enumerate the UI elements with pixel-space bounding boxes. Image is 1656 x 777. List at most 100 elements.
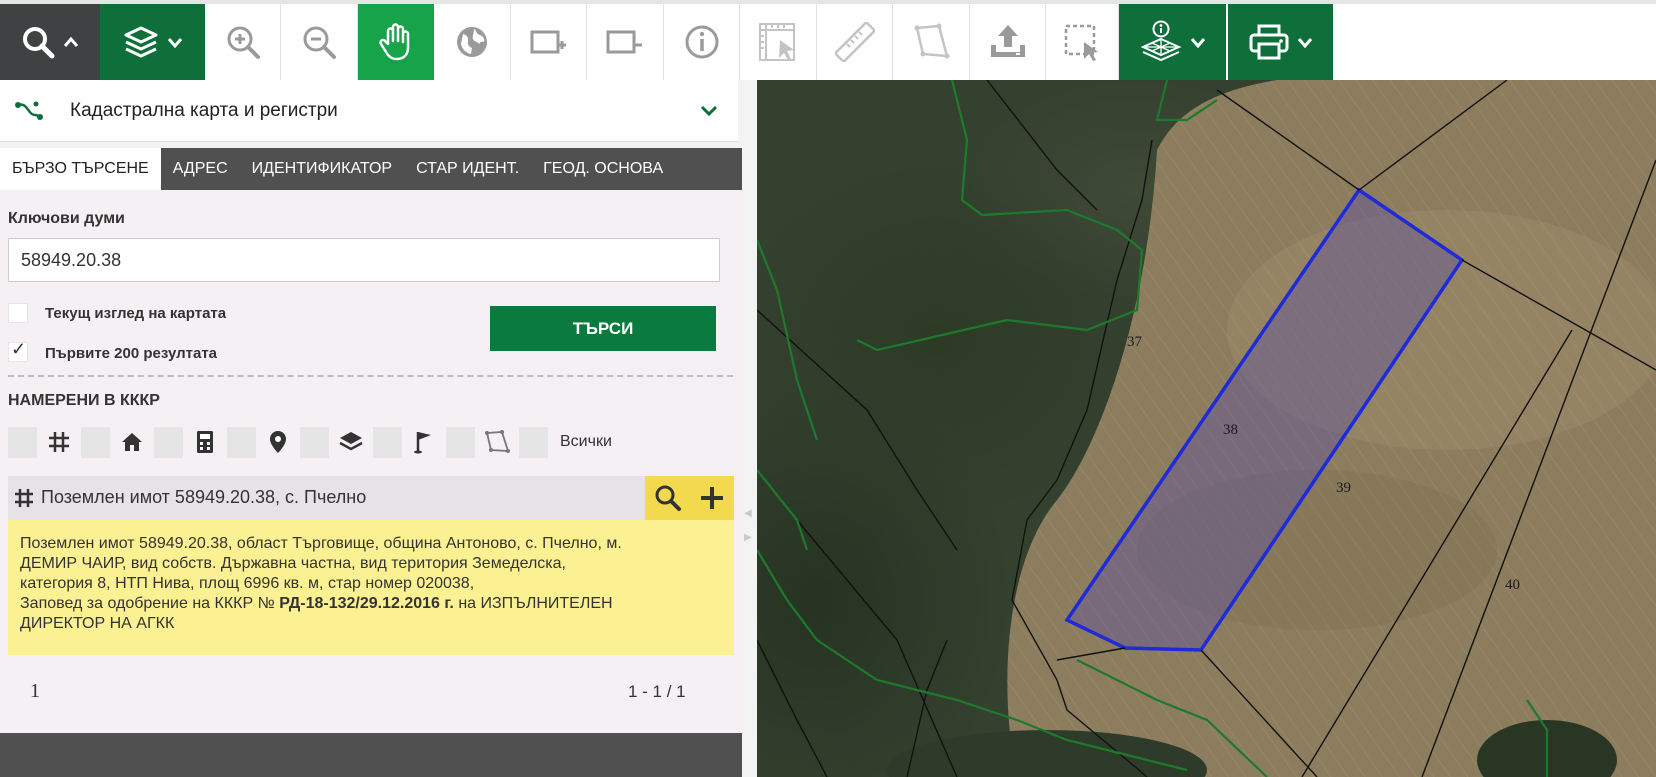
chevron-up-icon: [63, 36, 79, 47]
page-number[interactable]: 1: [30, 680, 40, 703]
tab-quick-search[interactable]: БЪРЗО ТЪРСЕНЕ: [0, 148, 161, 190]
globe-button[interactable]: [434, 4, 511, 80]
collapse-arrow-icon: ◀: [744, 508, 752, 519]
result-range: 1 - 1 / 1: [628, 682, 686, 701]
layers-tool-button[interactable]: [100, 4, 205, 80]
map-canvas: [757, 80, 1656, 777]
filter-checkbox-regulation[interactable]: [446, 426, 475, 458]
zoom-in-icon: [227, 26, 260, 59]
remove-rectangle-button[interactable]: [587, 4, 664, 80]
result-item[interactable]: Поземлен имот 58949.20.38, с. Пчелно: [8, 476, 734, 520]
toolbar: [0, 0, 1656, 80]
filter-checkbox-layers[interactable]: [300, 426, 329, 458]
filter-checkbox-addresses[interactable]: [227, 426, 256, 458]
ruler-icon: [834, 22, 875, 62]
zoom-out-button[interactable]: [281, 4, 358, 80]
filter-checkbox-points[interactable]: [373, 426, 402, 458]
current-view-label: Текущ изглед на картата: [45, 305, 227, 322]
expand-arrow-icon: ▶: [744, 532, 752, 543]
panel-title: Кадастрална карта и регистри: [70, 100, 338, 121]
parcel-label-40: 40: [1505, 577, 1520, 593]
tab-geodetic-base[interactable]: ГЕОД. ОСНОВА: [531, 148, 675, 190]
chevron-down-icon[interactable]: [700, 104, 718, 118]
select-area-button[interactable]: [1046, 4, 1119, 80]
order-number: РД-18-132/29.12.2016 г.: [279, 595, 454, 612]
details-line: Поземлен имот 58949.20.38, област Търгов…: [20, 535, 622, 552]
polygon-measure-button[interactable]: [893, 4, 970, 80]
map-view[interactable]: 37 38 39 40: [757, 80, 1656, 777]
tab-old-identifier[interactable]: СТАР ИДЕНТ.: [404, 148, 531, 190]
result-details: Поземлен имот 58949.20.38, област Търгов…: [8, 520, 734, 655]
upload-button[interactable]: [970, 4, 1046, 80]
measure-scale-button[interactable]: [740, 4, 817, 80]
polygon-icon: [914, 23, 950, 59]
zoom-out-icon: [303, 26, 336, 59]
divider: [8, 375, 733, 377]
details-line: ДЕМИР ЧАИР, вид собств. Държавна частна,…: [20, 555, 566, 572]
printer-icon: [1249, 24, 1288, 60]
zoom-in-button[interactable]: [205, 4, 281, 80]
globe-icon: [457, 27, 487, 57]
tab-identifier[interactable]: ИДЕНТИФИКАТОР: [240, 148, 404, 190]
search-button[interactable]: ТЪРСИ: [490, 306, 716, 351]
panel-footer: [0, 733, 742, 777]
plus-icon: [701, 487, 723, 509]
layers-icon: [124, 26, 157, 58]
location-pin-icon: [256, 427, 300, 458]
upload-icon: [990, 25, 1025, 57]
layer-info-icon: [1140, 20, 1181, 62]
search-icon: [23, 27, 55, 59]
ruler-button[interactable]: [817, 4, 893, 80]
parcel-label-39: 39: [1336, 480, 1351, 496]
parcel-label-38: 38: [1223, 422, 1238, 438]
measure-scale-icon: [759, 23, 795, 61]
search-panel: Кадастрална карта и регистри БЪРЗО ТЪРСЕ…: [0, 80, 742, 777]
add-rectangle-button[interactable]: [511, 4, 587, 80]
keywords-input[interactable]: [8, 238, 720, 282]
pan-hand-icon: [379, 23, 410, 61]
search-icon: [655, 485, 681, 511]
details-line: категория 8, НТП Нива, площ 6996 кв. м, …: [20, 575, 475, 592]
chevron-down-icon: [1297, 38, 1312, 48]
chevron-down-icon: [167, 38, 182, 48]
route-icon: [15, 101, 43, 120]
first-200-label: Първите 200 резултата: [45, 345, 218, 362]
flag-icon: [402, 427, 446, 458]
pan-button[interactable]: [358, 4, 434, 80]
grid-icon: [15, 489, 33, 507]
tab-address[interactable]: АДРЕС: [161, 148, 240, 190]
info-icon: [685, 25, 718, 59]
calculator-icon: [183, 427, 227, 458]
layer-info-button[interactable]: [1119, 4, 1226, 80]
keywords-label: Ключови думи: [8, 210, 125, 227]
panel-splitter[interactable]: ◀ ▶: [742, 80, 757, 777]
info-button[interactable]: [664, 4, 740, 80]
panel-header[interactable]: Кадастрална карта и регистри: [0, 80, 738, 142]
print-button[interactable]: [1228, 4, 1333, 80]
filter-checkbox-all[interactable]: [519, 426, 548, 458]
result-filters: Всички: [8, 425, 612, 459]
home-icon: [110, 427, 154, 458]
filter-checkbox-units[interactable]: [154, 426, 183, 458]
filter-checkbox-buildings[interactable]: [81, 426, 110, 458]
remove-rectangle-icon: [606, 30, 642, 54]
grid-icon: [37, 427, 81, 458]
order-prefix: Заповед за одобрение на КККР №: [20, 595, 280, 612]
chevron-down-icon: [1190, 38, 1205, 48]
search-tool-button[interactable]: [0, 4, 100, 80]
first-200-checkbox[interactable]: ✓: [8, 339, 28, 362]
filter-checkbox-parcels[interactable]: [8, 426, 37, 458]
add-rectangle-icon: [530, 30, 566, 54]
order-suffix: на ИЗПЪЛНИТЕЛЕН: [453, 595, 613, 612]
result-title: Поземлен имот 58949.20.38, с. Пчелно: [41, 487, 367, 507]
details-line: ДИРЕКТОР НА АГКК: [20, 615, 175, 632]
found-in-kkkr-label: НАМЕРЕНИ В КККР: [8, 392, 160, 409]
zoom-to-result-button[interactable]: [645, 476, 690, 520]
details-line-order: Заповед за одобрение на КККР № РД-18-132…: [20, 594, 722, 614]
add-result-button[interactable]: [690, 476, 734, 520]
search-tabs: БЪРЗО ТЪРСЕНЕ АДРЕС ИДЕНТИФИКАТОР СТАР И…: [0, 148, 742, 190]
checkmark-icon: ✓: [11, 339, 27, 359]
select-area-icon: [1064, 24, 1098, 61]
current-view-checkbox[interactable]: [8, 303, 28, 323]
filter-all-label: Всички: [560, 433, 612, 450]
